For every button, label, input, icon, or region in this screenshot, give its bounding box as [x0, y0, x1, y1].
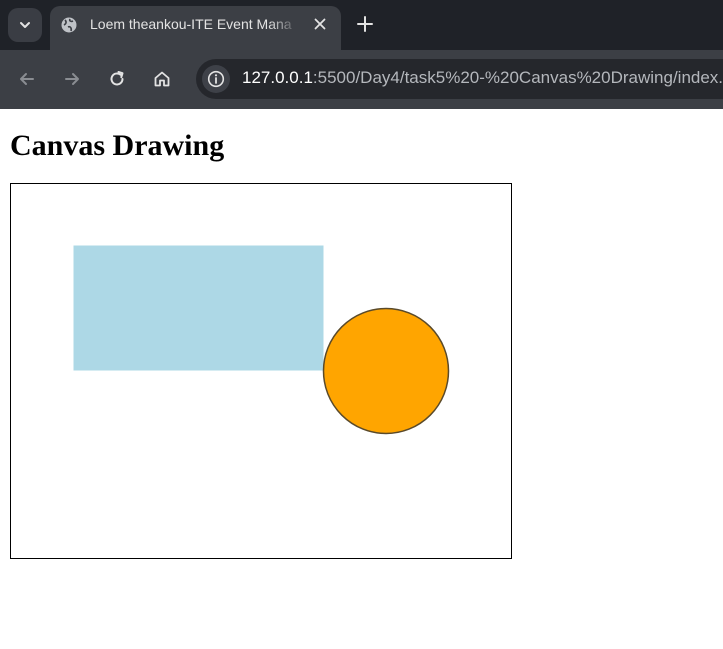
- info-glyph-icon: [207, 70, 225, 88]
- home-icon[interactable]: [152, 69, 172, 89]
- close-icon[interactable]: [312, 16, 328, 32]
- chevron-down-icon: [20, 22, 30, 28]
- back-arrow-icon[interactable]: [17, 69, 37, 89]
- blue-rectangle: [73, 245, 324, 371]
- url-text: 127.0.0.1:5500/Day4/task5%20-%20Canvas%2…: [242, 68, 723, 88]
- info-icon[interactable]: [202, 65, 230, 93]
- address-bar[interactable]: 127.0.0.1:5500/Day4/task5%20-%20Canvas%2…: [196, 59, 723, 99]
- browser-toolbar: 127.0.0.1:5500/Day4/task5%20-%20Canvas%2…: [0, 50, 723, 109]
- tab-title: Loem theankou-ITE Event Mana: [90, 16, 292, 32]
- page-content: Canvas Drawing: [0, 109, 723, 649]
- new-tab-icon[interactable]: [356, 15, 374, 33]
- browser-tab[interactable]: Loem theankou-ITE Event Mana: [50, 6, 341, 50]
- forward-arrow-icon[interactable]: [62, 69, 82, 89]
- globe-icon: [61, 17, 77, 33]
- tab-search-button[interactable]: [8, 8, 42, 42]
- url-path: :5500/Day4/task5%20-%20Canvas%20Drawing/…: [312, 68, 723, 87]
- drawing-canvas[interactable]: [10, 183, 512, 559]
- orange-circle: [322, 307, 450, 435]
- tab-strip: Loem theankou-ITE Event Mana: [0, 0, 723, 50]
- page-title: Canvas Drawing: [10, 129, 225, 162]
- canvas-surface: [10, 183, 512, 559]
- url-host: 127.0.0.1: [242, 68, 313, 87]
- reload-icon[interactable]: [107, 69, 127, 89]
